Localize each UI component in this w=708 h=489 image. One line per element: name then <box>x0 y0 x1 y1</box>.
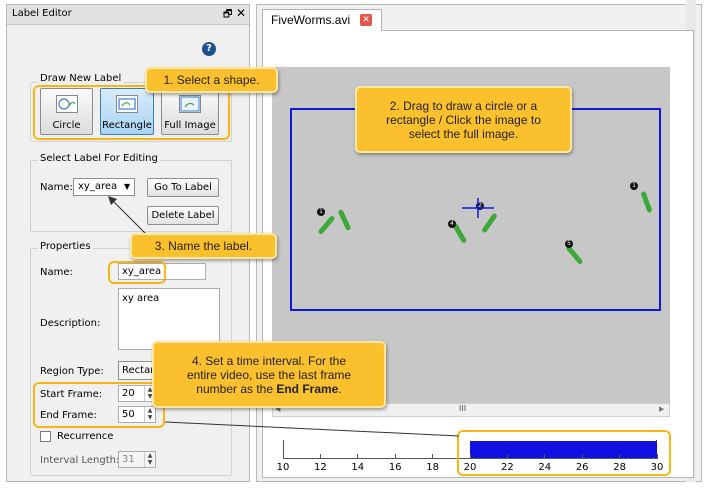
panel-title: Label Editor <box>12 8 72 19</box>
chevron-down-icon: ▼ <box>124 182 131 191</box>
callout-step-4-suffix: . <box>338 381 342 396</box>
tab-title: FiveWorms.avi <box>271 13 351 27</box>
tab-fiveworms[interactable]: FiveWorms.avi ✕ <box>262 9 382 31</box>
float-window-icon[interactable]: 🗗 <box>223 7 232 24</box>
properties-title: Properties <box>38 241 93 252</box>
timeline-tick <box>357 454 359 459</box>
callout-step-2: 2. Drag to draw a circle or a rectangle … <box>355 86 572 153</box>
label-name-dropdown-value: xy_area <box>78 181 118 192</box>
timeline-tick-label: 12 <box>314 462 327 473</box>
draw-new-label-title: Draw New Label <box>38 73 124 84</box>
callout-step-4: 4. Set a time interval. For the entire v… <box>152 341 386 408</box>
timeline-highlight <box>457 430 671 476</box>
description-label: Description: <box>40 318 101 329</box>
close-icon[interactable]: ✕ <box>236 6 246 20</box>
interval-length-label: Interval Length: <box>40 455 120 466</box>
recurrence-label: Recurrence <box>57 431 114 442</box>
timeline-tick <box>319 454 321 459</box>
delete-label-button[interactable]: Delete Label <box>147 206 219 225</box>
callout-step-4-bold: End Frame <box>276 381 339 396</box>
callout-step-4-line-2: entire video, use the last frame <box>186 367 352 382</box>
callout-step-2-line-1: 2. Drag to draw a circle or a <box>389 98 538 113</box>
select-name-label: Name: <box>40 182 73 193</box>
panel-title-bar: Label Editor 🗗 ✕ <box>7 5 249 25</box>
callout-step-4-line-1: 4. Set a time interval. For the <box>191 353 347 368</box>
spin-arrows-icon[interactable]: ▲ ▼ <box>144 452 155 467</box>
name-input-highlight <box>108 261 166 284</box>
timeline-tick <box>394 454 396 459</box>
interval-length-spinner[interactable]: 31 ▲ ▼ <box>118 451 156 468</box>
callout-step-4-prefix: number as the <box>196 381 277 396</box>
recurrence-checkbox[interactable] <box>40 431 51 442</box>
callout-step-2-line-3: select the full image. <box>408 126 519 141</box>
scroll-right-icon[interactable]: ▶ <box>659 405 664 413</box>
timeline-tick-label: 16 <box>388 462 402 473</box>
timeline-tick <box>282 454 284 459</box>
go-to-label-button[interactable]: Go To Label <box>147 178 219 197</box>
timeline-tick <box>432 454 434 459</box>
label-name-dropdown[interactable]: xy_area ▼ <box>73 178 135 196</box>
tab-close-icon[interactable]: ✕ <box>360 14 372 26</box>
region-type-label: Region Type: <box>40 366 104 377</box>
callout-step-3: 3. Name the label. <box>130 233 277 259</box>
help-icon[interactable]: ? <box>202 42 216 56</box>
property-name-label: Name: <box>40 267 73 278</box>
interval-length-value: 31 <box>122 454 135 465</box>
timeline-tick-label: 14 <box>351 462 365 473</box>
timeline-tick-label: 10 <box>276 462 290 473</box>
scroll-thumb[interactable]: III <box>459 404 466 413</box>
shape-buttons-highlight <box>33 85 230 140</box>
callout-step-4-line-3: number as the End Frame. <box>196 382 341 396</box>
frame-fields-highlight <box>33 382 165 428</box>
select-label-title: Select Label For Editing <box>38 153 160 164</box>
callout-step-1: 1. Select a shape. <box>145 67 278 93</box>
callout-step-2-line-2: rectangle / Click the image to <box>386 112 541 127</box>
timeline-tick-label: 18 <box>426 462 439 473</box>
